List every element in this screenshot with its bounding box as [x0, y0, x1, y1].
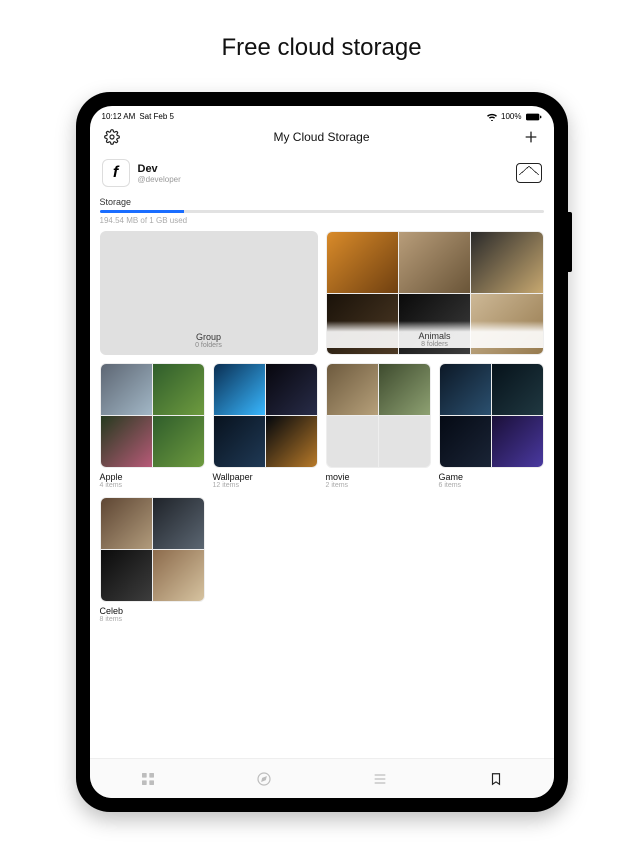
storage-section-label: Storage — [100, 195, 544, 210]
thumbnail — [440, 364, 491, 415]
thumbnail — [492, 416, 543, 467]
thumbnail — [101, 416, 152, 467]
avatar: f — [102, 159, 130, 187]
thumbnail — [101, 498, 152, 549]
user-row[interactable]: f Dev @developer — [100, 153, 544, 195]
thumbnail — [101, 550, 152, 601]
folder-sublabel: 4 items — [100, 482, 205, 489]
folder-label: Celeb — [100, 602, 205, 616]
storage-used-text: 194.54 MB of 1 GB used — [100, 213, 544, 231]
thumbnail — [153, 416, 204, 467]
folder-wallpaper[interactable]: Wallpaper 12 items — [213, 363, 318, 489]
user-handle: @developer — [138, 175, 181, 184]
tab-list[interactable] — [370, 769, 390, 789]
folder-label: Wallpaper — [213, 468, 318, 482]
folder-sublabel: 12 items — [213, 482, 318, 489]
settings-button[interactable] — [102, 127, 122, 147]
thumbnail — [492, 364, 543, 415]
screen: 10:12 AM Sat Feb 5 100% My Cloud Storage — [90, 106, 554, 798]
folder-sublabel: 6 items — [439, 482, 544, 489]
status-time: 10:12 AM — [102, 112, 136, 121]
thumbnail — [327, 232, 398, 293]
folder-sublabel: 8 items — [100, 616, 205, 623]
thumbnail — [153, 550, 204, 601]
battery-icon — [526, 113, 542, 121]
device-frame: 10:12 AM Sat Feb 5 100% My Cloud Storage — [76, 92, 568, 812]
status-battery-text: 100% — [501, 112, 521, 121]
thumbnail — [399, 294, 470, 355]
navbar-title: My Cloud Storage — [273, 130, 369, 144]
folder-sublabel: 2 items — [326, 482, 431, 489]
status-date: Sat Feb 5 — [139, 112, 174, 121]
thumbnail — [101, 364, 152, 415]
folder-label: Group — [196, 332, 221, 342]
thumbnail — [399, 232, 470, 293]
thumbnail — [440, 416, 491, 467]
thumbnail — [379, 416, 430, 467]
folder-animals[interactable]: Animals 8 folders — [326, 231, 544, 355]
thumbnail — [266, 364, 317, 415]
thumbnail — [327, 416, 378, 467]
tab-bar — [90, 758, 554, 798]
thumbnail — [379, 364, 430, 415]
thumbnail — [153, 498, 204, 549]
folder-label: Apple — [100, 468, 205, 482]
thumbnail — [214, 364, 265, 415]
add-button[interactable] — [521, 127, 541, 147]
page-headline: Free cloud storage — [221, 34, 421, 62]
thumbnail — [471, 294, 542, 355]
wifi-icon — [487, 113, 497, 121]
user-name: Dev — [138, 163, 181, 175]
folder-game[interactable]: Game 6 items — [439, 363, 544, 489]
folder-celeb[interactable]: Celeb 8 items — [100, 497, 205, 623]
folder-sublabel: 0 folders — [100, 342, 318, 349]
status-bar: 10:12 AM Sat Feb 5 100% — [90, 106, 554, 123]
thumbnail — [214, 416, 265, 467]
folder-label: Game — [439, 468, 544, 482]
thumbnail — [327, 294, 398, 355]
thumbnail — [471, 232, 542, 293]
tab-explore[interactable] — [254, 769, 274, 789]
mail-button[interactable] — [516, 163, 542, 183]
folder-group[interactable]: Group 0 folders — [100, 231, 318, 355]
tab-grid[interactable] — [138, 769, 158, 789]
folder-apple[interactable]: Apple 4 items — [100, 363, 205, 489]
folder-movie[interactable]: movie 2 items — [326, 363, 431, 489]
folder-label: movie — [326, 468, 431, 482]
content-area: f Dev @developer Storage 194.54 MB of 1 … — [90, 153, 554, 758]
thumbnail — [153, 364, 204, 415]
navbar: My Cloud Storage — [90, 123, 554, 153]
tab-bookmark[interactable] — [486, 769, 506, 789]
thumbnail — [266, 416, 317, 467]
thumbnail — [327, 364, 378, 415]
